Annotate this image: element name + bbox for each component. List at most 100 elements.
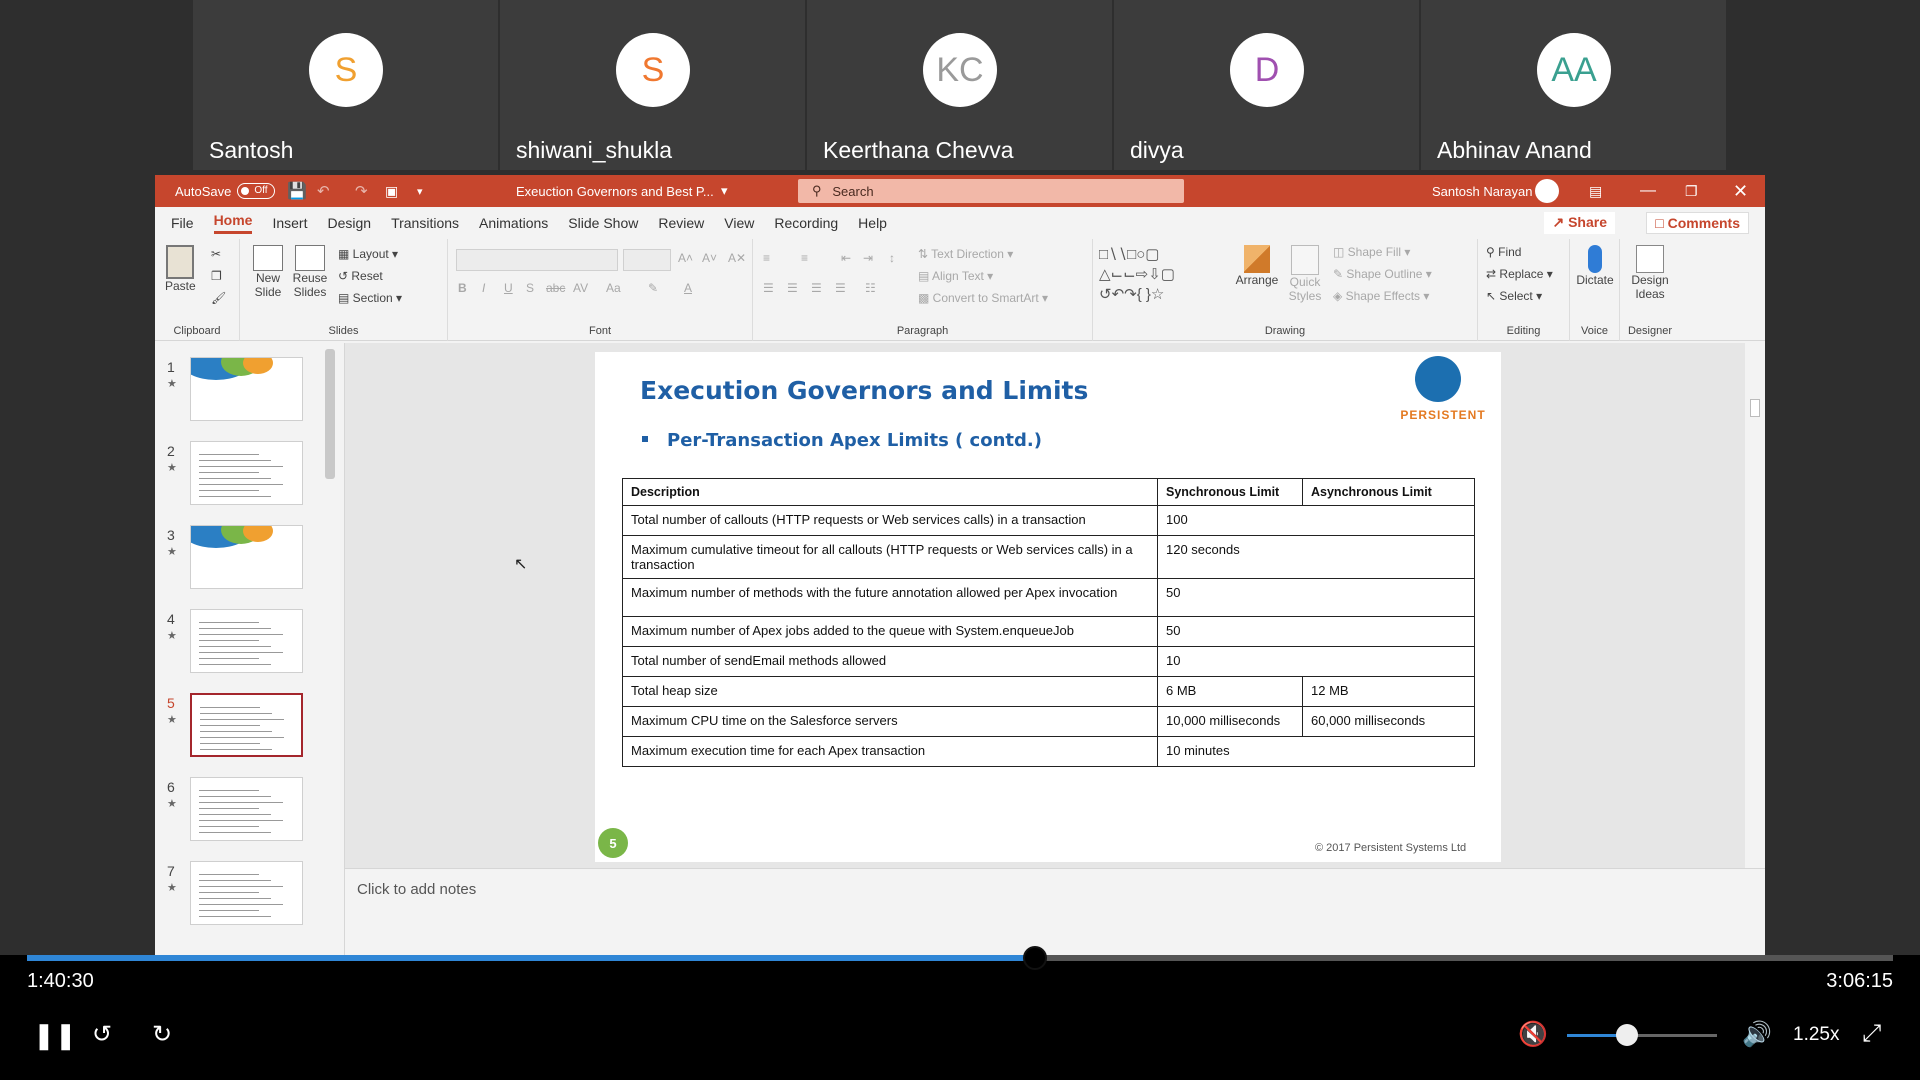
increase-indent-icon[interactable]: ⇥ <box>863 251 873 265</box>
tab-file[interactable]: File <box>171 215 194 231</box>
layout-button[interactable]: ▦ Layout ▾ <box>338 247 398 261</box>
tab-view[interactable]: View <box>724 215 754 231</box>
cut-icon[interactable]: ✂ <box>211 247 221 261</box>
user-avatar[interactable] <box>1535 179 1559 203</box>
shadow-icon[interactable]: S <box>526 281 534 295</box>
pause-icon[interactable]: ❚❚ <box>33 1020 77 1051</box>
line-spacing-icon[interactable]: ↕ <box>889 251 895 265</box>
arrange-button[interactable]: Arrange <box>1235 245 1279 287</box>
shape-fill-button[interactable]: ◫ Shape Fill ▾ <box>1333 245 1410 259</box>
slide-thumbnail[interactable]: 3 ★ <box>155 525 345 595</box>
participant-tile[interactable]: S Santosh <box>193 0 500 170</box>
new-slide-button[interactable]: New Slide <box>248 245 288 299</box>
tab-review[interactable]: Review <box>658 215 704 231</box>
present-icon[interactable]: ▣ <box>385 175 398 207</box>
search-input[interactable]: ⚲ Search <box>798 179 1184 203</box>
clear-format-icon[interactable]: A✕ <box>728 251 746 265</box>
volume-slider[interactable] <box>1567 1024 1717 1046</box>
paste-button[interactable]: Paste <box>165 245 196 293</box>
tab-recording[interactable]: Recording <box>774 215 838 231</box>
notes-pane[interactable]: Click to add notes <box>345 868 1765 955</box>
copy-icon[interactable]: ❐ <box>211 269 222 283</box>
bold-icon[interactable]: B <box>458 281 467 295</box>
participant-tile[interactable]: KC Keerthana Chevva <box>807 0 1114 170</box>
align-right-icon[interactable]: ☰ <box>811 281 822 295</box>
text-direction-button[interactable]: ⇅ Text Direction ▾ <box>918 247 1013 261</box>
decrease-indent-icon[interactable]: ⇤ <box>841 251 851 265</box>
exit-fullscreen-icon[interactable]: ⤢ <box>1862 1020 1881 1048</box>
slide-thumbnail[interactable]: 5 ★ <box>155 693 345 763</box>
underline-icon[interactable]: U <box>504 281 513 295</box>
save-icon[interactable]: 💾 <box>287 175 307 207</box>
strikethrough-icon[interactable]: abc <box>546 281 565 295</box>
char-spacing-icon[interactable]: AV <box>573 281 588 295</box>
select-button[interactable]: ↖ Select ▾ <box>1486 289 1542 303</box>
forward-icon[interactable]: ↻ <box>152 1020 172 1049</box>
participant-tile[interactable]: Sshiwani_shukla <box>500 0 807 170</box>
tab-help[interactable]: Help <box>858 215 887 231</box>
undo-icon[interactable]: ↶ <box>317 175 330 207</box>
progress-bar[interactable] <box>27 946 1893 970</box>
change-case-icon[interactable]: Aa <box>606 281 621 295</box>
numbering-icon[interactable]: ≡ <box>801 251 808 265</box>
close-icon[interactable]: ✕ <box>1733 175 1748 207</box>
ribbon-display-icon[interactable]: ▤ <box>1589 175 1602 207</box>
reuse-slides-button[interactable]: Reuse Slides <box>290 245 330 299</box>
format-painter-icon[interactable]: 🖌 <box>211 291 226 305</box>
participant-tile[interactable]: AA Abhinav Anand <box>1421 0 1728 170</box>
slide-thumbnail[interactable]: 4 ★ <box>155 609 345 679</box>
shapes-gallery[interactable]: □∖∖□○▢ △⌙⌙⇨⇩▢ ↺↶↷{ }☆ <box>1099 245 1229 305</box>
shrink-font-icon[interactable]: A˅ <box>702 251 717 265</box>
slide-thumbnail[interactable]: 6 ★ <box>155 777 345 847</box>
slide-scrollbar[interactable] <box>1745 343 1765 868</box>
current-slide[interactable]: Execution Governors and Limits Per-Trans… <box>595 352 1501 862</box>
slide-thumbnail[interactable]: 1 ★ <box>155 357 345 427</box>
progress-knob[interactable] <box>1022 946 1047 970</box>
tab-insert[interactable]: Insert <box>272 215 307 231</box>
mute-icon[interactable]: 🔇 <box>1518 1020 1548 1049</box>
autosave-toggle[interactable]: Off <box>237 183 276 199</box>
font-name-field[interactable] <box>456 249 618 271</box>
playback-speed[interactable]: 1.25x <box>1793 1024 1839 1046</box>
volume-icon[interactable]: 🔊 <box>1742 1020 1772 1049</box>
dictate-button[interactable]: Dictate <box>1574 245 1616 287</box>
design-ideas-button[interactable]: Design Ideas <box>1624 245 1676 301</box>
volume-knob[interactable] <box>1616 1024 1638 1046</box>
align-center-icon[interactable]: ☰ <box>787 281 798 295</box>
align-text-button[interactable]: ▤ Align Text ▾ <box>918 269 993 283</box>
slide-thumbnail[interactable]: 7 ★ <box>155 861 345 931</box>
rewind-icon[interactable]: ↺ <box>92 1020 112 1049</box>
tab-animations[interactable]: Animations <box>479 215 548 231</box>
tab-transitions[interactable]: Transitions <box>391 215 459 231</box>
tab-design[interactable]: Design <box>327 215 371 231</box>
participant-tile[interactable]: Ddivya <box>1114 0 1421 170</box>
restore-icon[interactable]: ❐ <box>1685 175 1698 207</box>
user-name[interactable]: Santosh Narayan <box>1432 175 1532 207</box>
customize-qat-icon[interactable]: ▾ <box>417 175 423 207</box>
find-button[interactable]: ⚲ Find <box>1486 245 1521 259</box>
replace-button[interactable]: ⇄ Replace ▾ <box>1486 267 1553 281</box>
comments-button[interactable]: □ Comments <box>1646 212 1749 234</box>
shape-effects-button[interactable]: ◈ Shape Effects ▾ <box>1333 289 1429 303</box>
align-left-icon[interactable]: ☰ <box>763 281 774 295</box>
font-color-icon[interactable]: A <box>684 281 692 295</box>
highlight-icon[interactable]: ✎ <box>648 281 658 295</box>
document-title[interactable]: Exeuction Governors and Best P... ▾ <box>516 175 728 207</box>
quick-styles-button[interactable]: Quick Styles <box>1283 245 1327 303</box>
justify-icon[interactable]: ☰ <box>835 281 846 295</box>
italic-icon[interactable]: I <box>482 281 485 295</box>
redo-icon[interactable]: ↷ <box>355 175 368 207</box>
reset-button[interactable]: ↺ Reset <box>338 269 383 283</box>
convert-smartart-button[interactable]: ▩ Convert to SmartArt ▾ <box>918 291 1048 305</box>
grow-font-icon[interactable]: A˄ <box>678 251 693 265</box>
columns-icon[interactable]: ☷ <box>865 281 876 295</box>
share-button[interactable]: ↗ Share <box>1544 212 1615 234</box>
slide-thumbnail[interactable]: 2 ★ <box>155 441 345 511</box>
autosave-control[interactable]: AutoSave Off <box>175 175 276 207</box>
slide-scroll-thumb[interactable] <box>1750 399 1760 417</box>
minimize-icon[interactable]: — <box>1640 175 1656 207</box>
tab-home[interactable]: Home <box>213 212 253 234</box>
bullets-icon[interactable]: ≡ <box>763 251 770 265</box>
section-button[interactable]: ▤ Section ▾ <box>338 291 402 305</box>
shape-outline-button[interactable]: ✎ Shape Outline ▾ <box>1333 267 1432 281</box>
